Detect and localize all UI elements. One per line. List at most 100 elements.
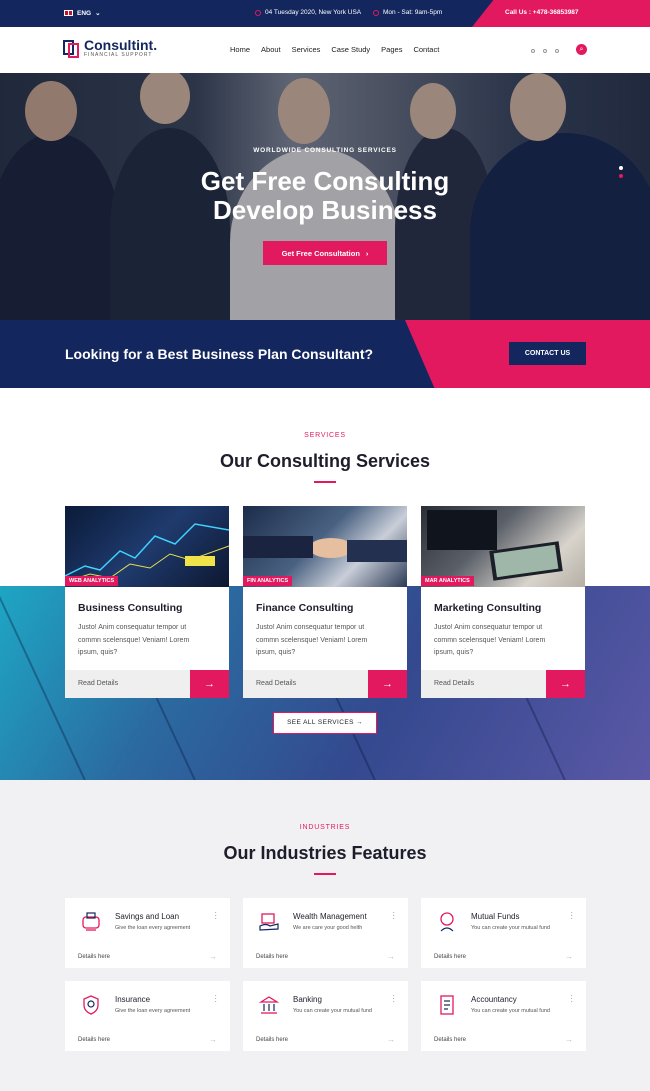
arrow-right-icon[interactable]: → bbox=[546, 670, 585, 698]
read-details-link[interactable]: Read Details bbox=[256, 680, 296, 687]
arrow-right-icon: → bbox=[356, 719, 363, 726]
read-details-link[interactable]: Read Details bbox=[434, 680, 474, 687]
service-footer: Read Details → bbox=[65, 670, 229, 698]
tablet-analytics-image bbox=[421, 506, 585, 587]
service-card[interactable]: MAR ANALYTICS Marketing Consulting Justo… bbox=[421, 506, 585, 698]
details-link[interactable]: Details here bbox=[78, 1037, 110, 1043]
industry-title: Insurance bbox=[115, 995, 151, 1004]
service-description: Justo! Anim consequatur tempor ut commn … bbox=[78, 624, 190, 656]
service-description: Justo! Anim consequatur tempor ut commn … bbox=[256, 624, 368, 656]
service-tag: WEB ANALYTICS bbox=[65, 576, 119, 586]
industries-title: Our Industries Features bbox=[223, 843, 427, 863]
hero-eyebrow: WORLDWIDE CONSULTING SERVICES bbox=[253, 147, 397, 154]
search-icon[interactable]: ⌕ bbox=[576, 44, 587, 55]
see-all-services-button[interactable]: SEE ALL SERVICES → bbox=[273, 712, 377, 734]
contact-us-button[interactable]: CONTACT US bbox=[509, 342, 586, 365]
insurance-icon bbox=[83, 995, 99, 1015]
nav-item-home[interactable]: Home bbox=[230, 45, 250, 54]
details-link[interactable]: Details here bbox=[256, 954, 288, 960]
industry-card[interactable]: Accountancy You can create your mutual f… bbox=[421, 981, 586, 1051]
office-hours-text: Mon - Sat: 9am-5pm bbox=[383, 9, 443, 16]
nav-item-pages[interactable]: Pages bbox=[381, 45, 402, 54]
service-footer: Read Details → bbox=[243, 670, 407, 698]
kebab-menu-icon[interactable]: · · · bbox=[570, 992, 573, 1006]
industry-title: Savings and Loan bbox=[115, 912, 180, 921]
details-link[interactable]: Details here bbox=[434, 954, 466, 960]
logo-mark-icon bbox=[63, 38, 80, 58]
industry-card[interactable]: Savings and Loan Give the loan every agr… bbox=[65, 898, 230, 968]
service-card[interactable]: WEB ANALYTICS Business Consulting Justo!… bbox=[65, 506, 229, 698]
date-location-text: 04 Tuesday 2020, New York USA bbox=[265, 9, 362, 16]
kebab-menu-icon[interactable]: · · · bbox=[214, 992, 217, 1006]
nav-item-case-study[interactable]: Case Study bbox=[331, 45, 370, 54]
mutual-funds-icon bbox=[440, 912, 454, 932]
industry-title: Mutual Funds bbox=[471, 912, 520, 921]
service-card[interactable]: FIN ANALYTICS Finance Consulting Justo! … bbox=[243, 506, 407, 698]
kebab-menu-icon[interactable]: · · · bbox=[392, 909, 395, 923]
nav-menu: Home About Services Case Study Pages Con… bbox=[230, 45, 439, 54]
call-us-link[interactable]: Call Us : +478-36853987 bbox=[505, 9, 579, 16]
industry-subtitle: Give the loan every agreement bbox=[115, 925, 191, 931]
date-location: 04 Tuesday 2020, New York USA bbox=[255, 9, 361, 16]
services-title: Our Consulting Services bbox=[219, 451, 431, 471]
arrow-right-icon[interactable]: → bbox=[387, 1035, 395, 1044]
language-selector[interactable]: ENG ⌄ bbox=[64, 9, 101, 17]
services-section: SERVICES Our Consulting Services WEB ANA… bbox=[0, 388, 650, 780]
cta-banner: Looking for a Best Business Plan Consult… bbox=[0, 320, 650, 388]
location-icon bbox=[255, 9, 261, 16]
nav-item-services[interactable]: Services bbox=[292, 45, 321, 54]
slider-dot[interactable] bbox=[619, 166, 623, 170]
title-underline bbox=[314, 873, 336, 875]
service-title: Business Consulting bbox=[78, 602, 183, 614]
details-link[interactable]: Details here bbox=[256, 1037, 288, 1043]
nav-item-contact[interactable]: Contact bbox=[413, 45, 439, 54]
kebab-menu-icon[interactable]: · · · bbox=[570, 909, 573, 923]
kebab-menu-icon[interactable]: · · · bbox=[392, 992, 395, 1006]
details-link[interactable]: Details here bbox=[78, 954, 110, 960]
nav-item-about[interactable]: About bbox=[261, 45, 281, 54]
free-consultation-label: Get Free Consultation bbox=[281, 248, 360, 258]
services-eyebrow: SERVICES bbox=[304, 432, 346, 439]
menu-dots-icon[interactable] bbox=[531, 49, 559, 53]
industry-title: Wealth Management bbox=[293, 912, 367, 921]
arrow-right-icon[interactable]: → bbox=[387, 952, 395, 961]
office-hours: Mon - Sat: 9am-5pm bbox=[373, 9, 442, 16]
kebab-menu-icon[interactable]: · · · bbox=[214, 909, 217, 923]
industry-subtitle: Give the loan every agreement bbox=[115, 1008, 191, 1014]
arrow-right-icon[interactable]: → bbox=[209, 952, 217, 961]
cta-text: Looking for a Best Business Plan Consult… bbox=[65, 346, 374, 362]
industry-card[interactable]: Insurance Give the loan every agreement … bbox=[65, 981, 230, 1051]
slider-dot-active[interactable] bbox=[619, 174, 623, 178]
logo-tagline: FINANCIAL SUPPORT bbox=[84, 51, 153, 58]
slider-pagination[interactable] bbox=[619, 166, 623, 178]
arrow-right-icon[interactable]: → bbox=[565, 952, 573, 961]
industry-card[interactable]: Wealth Management We are care your good … bbox=[243, 898, 408, 968]
main-nav: Consultint. FINANCIAL SUPPORT Home About… bbox=[0, 27, 650, 73]
hero-banner: WORLDWIDE CONSULTING SERVICES Get Free C… bbox=[0, 73, 650, 320]
arrow-right-icon[interactable]: → bbox=[565, 1035, 573, 1044]
service-description: Justo! Anim consequatur tempor ut commn … bbox=[434, 624, 546, 656]
arrow-right-icon[interactable]: → bbox=[368, 670, 407, 698]
industry-card[interactable]: Mutual Funds You can create your mutual … bbox=[421, 898, 586, 968]
service-title: Finance Consulting bbox=[256, 602, 354, 614]
arrow-right-icon[interactable]: → bbox=[190, 670, 229, 698]
clock-icon bbox=[373, 9, 379, 16]
see-all-services-label: SEE ALL SERVICES bbox=[287, 719, 354, 726]
industry-card[interactable]: Banking You can create your mutual fund … bbox=[243, 981, 408, 1051]
read-details-link[interactable]: Read Details bbox=[78, 680, 118, 687]
top-bar: ENG ⌄ 04 Tuesday 2020, New York USA Mon … bbox=[0, 0, 650, 27]
industry-subtitle: You can create your mutual fund bbox=[471, 1008, 550, 1014]
details-link[interactable]: Details here bbox=[434, 1037, 466, 1043]
industry-subtitle: We are care your good helth bbox=[293, 925, 363, 931]
banking-icon bbox=[258, 996, 280, 1014]
flag-icon bbox=[64, 10, 73, 16]
service-title: Marketing Consulting bbox=[434, 602, 542, 614]
logo[interactable]: Consultint. FINANCIAL SUPPORT bbox=[63, 38, 157, 58]
arrow-right-icon[interactable]: → bbox=[209, 1035, 217, 1044]
free-consultation-button[interactable]: Get Free Consultation › bbox=[263, 241, 387, 265]
logo-name: Consultint. bbox=[84, 36, 158, 53]
service-footer: Read Details → bbox=[421, 670, 585, 698]
accountancy-icon bbox=[440, 995, 454, 1015]
handshake-image bbox=[243, 506, 407, 587]
industry-subtitle: You can create your mutual fund bbox=[471, 925, 550, 931]
